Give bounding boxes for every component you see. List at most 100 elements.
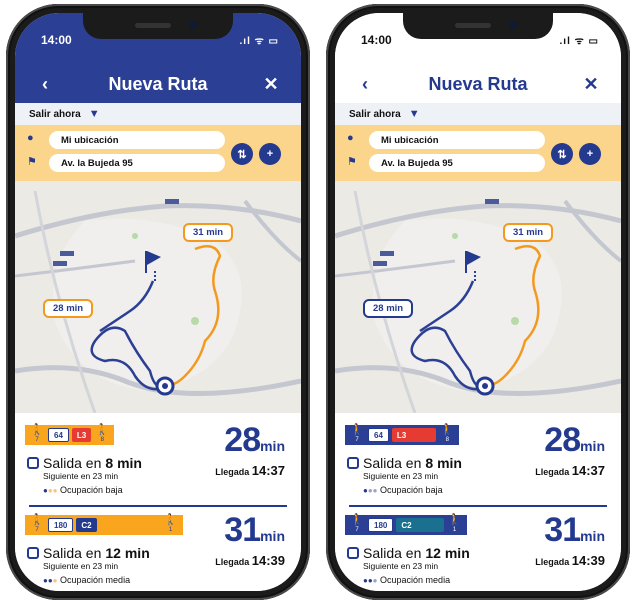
route-legs: 🚶 7 180 C2 🚶 1 — [345, 515, 467, 535]
phone-screen: ‹ Nueva Ruta ✕ 14:00 .ıl ᯤ ▭ Salir ahora… — [15, 13, 301, 591]
plus-icon: + — [586, 148, 594, 160]
phone-mockup-left: ‹ Nueva Ruta ✕ 14:00 .ıl ᯤ ▭ Salir ahora… — [6, 4, 310, 600]
swap-icon: ⇅ — [237, 148, 247, 161]
next-departure: Siguiente en 23 min — [363, 471, 439, 481]
route-time-bubble[interactable]: 31 min — [183, 223, 234, 242]
departure-info: Salida en 12 min Siguiente en 23 min ●●● … — [347, 545, 470, 585]
arrival-time: Llegada 14:39 — [535, 553, 605, 568]
metro-line-chip: L3 — [391, 428, 437, 442]
close-icon[interactable]: ✕ — [581, 74, 601, 95]
status-icons: .ıl ᯤ ▭ — [559, 36, 599, 47]
occupancy: ●●● Ocupación media — [363, 575, 451, 585]
departure-info: Salida en 8 min Siguiente en 23 min ●●● O… — [27, 455, 142, 495]
map-canvas — [335, 181, 621, 413]
phone-notch — [403, 13, 553, 39]
flag-icon: ⚑ — [347, 156, 357, 168]
route-legs: 🚶 7 180 C2 🚶 1 — [25, 515, 183, 535]
bus-line-chip: 64 — [368, 428, 389, 442]
location-pin-icon: ● — [347, 132, 354, 144]
destination-field[interactable]: Av. la Bujeda 95 — [49, 154, 225, 172]
add-stop-button[interactable]: + — [579, 143, 601, 165]
divider — [29, 505, 287, 507]
depart-label: Salir ahora — [29, 108, 81, 120]
map-canvas — [15, 181, 301, 413]
bus-icon — [27, 457, 39, 469]
page-title: Nueva Ruta — [428, 74, 528, 94]
walk-leg: 🚶 7 — [350, 424, 364, 444]
route-time-bubble[interactable]: 31 min — [503, 223, 554, 242]
page-title: Nueva Ruta — [108, 74, 208, 94]
route-results: 🚶 7 64 L3 🚶 8 28min Llegada 14:37 Salida e… — [15, 413, 301, 591]
route-duration: 28min — [544, 421, 605, 459]
origin-field[interactable]: Mi ubicación — [49, 131, 225, 149]
train-line-chip: C2 — [396, 518, 444, 532]
bus-line-chip: 180 — [48, 518, 74, 532]
arrival-time: Llegada 14:37 — [535, 463, 605, 478]
origin-field[interactable]: Mi ubicación — [369, 131, 545, 149]
route-time-bubble[interactable]: 28 min — [43, 299, 94, 318]
mockup-stage: ‹ Nueva Ruta ✕ 14:00 .ıl ᯤ ▭ Salir ahora… — [0, 0, 636, 604]
swap-button[interactable]: ⇅ — [231, 143, 253, 165]
metro-line-chip: L3 — [71, 428, 92, 442]
next-departure: Siguiente en 23 min — [43, 561, 119, 571]
phone-notch — [83, 13, 233, 39]
phone-screen: ‹ Nueva Ruta ✕ 14:00 .ıl ᯤ ▭ Salir ahora… — [335, 13, 621, 591]
route-search-panel: ● Mi ubicación ⚑ Av. la Bujeda 95 ⇅ + — [335, 125, 621, 181]
departure-info: Salida en 8 min Siguiente en 23 min ●●● O… — [347, 455, 462, 495]
walk-leg: 🚶 1 — [163, 514, 178, 534]
destination-flag-pole — [145, 251, 147, 273]
destination-field[interactable]: Av. la Bujeda 95 — [369, 154, 545, 172]
people-icon: ●●● — [363, 486, 378, 495]
bus-icon — [27, 547, 39, 559]
flag-icon: ⚑ — [27, 156, 37, 168]
swap-button[interactable]: ⇅ — [551, 143, 573, 165]
walk-leg: 🚶 1 — [447, 514, 462, 534]
status-icons: .ıl ᯤ ▭ — [239, 36, 279, 47]
plus-icon: + — [266, 148, 274, 160]
chevron-down-icon: ▼ — [408, 108, 420, 120]
divider — [349, 505, 607, 507]
route-card[interactable]: 🚶 7 180 C2 🚶 1 31min Llegada 14:39 Salida … — [15, 509, 301, 591]
departure-info: Salida en 12 min Siguiente en 23 min ●●● … — [27, 545, 150, 585]
back-icon[interactable]: ‹ — [35, 74, 55, 95]
bus-line-chip: 180 — [368, 518, 394, 532]
back-icon[interactable]: ‹ — [355, 74, 375, 95]
swap-icon: ⇅ — [557, 148, 567, 161]
walk-leg: 🚶 8 — [440, 424, 455, 444]
depart-selector[interactable]: Salir ahora ▼ — [335, 103, 621, 125]
bus-icon — [347, 457, 359, 469]
location-pin-icon: ● — [27, 132, 34, 144]
arrival-time: Llegada 14:37 — [215, 463, 285, 478]
route-search-panel: ● Mi ubicación ⚑ Av. la Bujeda 95 ⇅ + — [15, 125, 301, 181]
occupancy: ●●● Ocupación media — [43, 575, 131, 585]
route-legs: 🚶 7 64 L3 🚶 8 — [25, 424, 115, 445]
next-departure: Siguiente en 23 min — [43, 471, 119, 481]
walk-leg: 🚶 8 — [95, 424, 110, 444]
walk-leg: 🚶 7 — [30, 424, 44, 444]
status-time: 14:00 — [361, 33, 392, 47]
route-map[interactable]: 31 min 28 min — [15, 181, 301, 413]
route-duration: 31min — [224, 511, 285, 549]
route-duration: 31min — [544, 511, 605, 549]
occupancy: ●●● Ocupación baja — [43, 485, 123, 495]
depart-selector[interactable]: Salir ahora ▼ — [15, 103, 301, 125]
walk-leg: 🚶 7 — [350, 514, 364, 534]
people-icon: ●●● — [363, 576, 378, 585]
route-duration: 28min — [224, 421, 285, 459]
route-card[interactable]: 🚶 7 64 L3 🚶 8 28min Llegada 14:37 Salida e… — [335, 419, 621, 509]
route-card[interactable]: 🚶 7 64 L3 🚶 8 28min Llegada 14:37 Salida e… — [15, 419, 301, 509]
people-icon: ●●● — [43, 486, 58, 495]
road-label — [165, 199, 179, 204]
phone-mockup-right: ‹ Nueva Ruta ✕ 14:00 .ıl ᯤ ▭ Salir ahora… — [326, 4, 630, 600]
route-map[interactable]: 31 min 28 min — [335, 181, 621, 413]
occupancy: ●●● Ocupación baja — [363, 485, 443, 495]
arrival-time: Llegada 14:39 — [215, 553, 285, 568]
next-departure: Siguiente en 23 min — [363, 561, 439, 571]
status-time: 14:00 — [41, 33, 72, 47]
close-icon[interactable]: ✕ — [261, 74, 281, 95]
route-card[interactable]: 🚶 7 180 C2 🚶 1 31min Llegada 14:39 Salida … — [335, 509, 621, 591]
add-stop-button[interactable]: + — [259, 143, 281, 165]
route-time-bubble[interactable]: 28 min — [363, 299, 414, 318]
route-legs: 🚶 7 64 L3 🚶 8 — [345, 424, 460, 445]
bus-line-chip: 64 — [48, 428, 69, 442]
